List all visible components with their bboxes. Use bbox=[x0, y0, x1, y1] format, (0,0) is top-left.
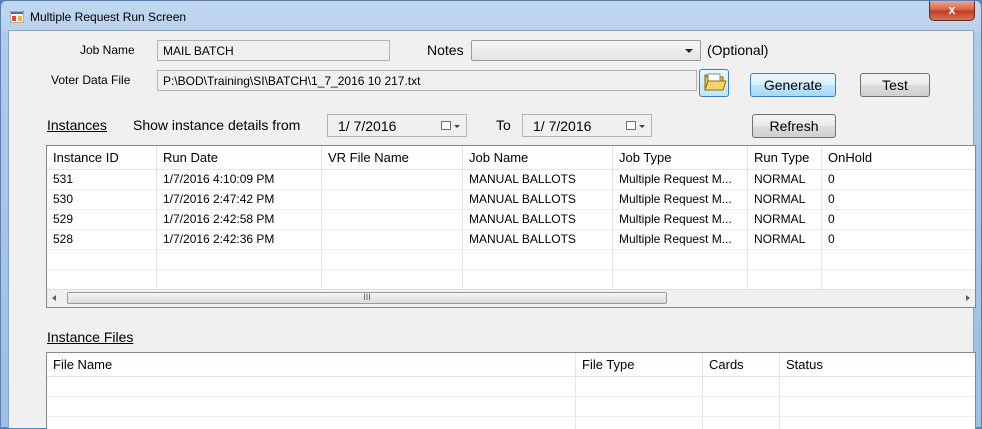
column-header[interactable]: Run Type bbox=[748, 146, 822, 169]
vr-file-cell bbox=[322, 169, 463, 189]
instance-files-section-label: Instance Files bbox=[47, 329, 134, 345]
column-header[interactable]: Job Name bbox=[463, 146, 613, 169]
chevron-down-icon bbox=[639, 125, 645, 128]
scrollbar-thumb[interactable]: III bbox=[67, 292, 667, 304]
column-header[interactable]: Instance ID bbox=[47, 146, 157, 169]
column-header[interactable]: File Type bbox=[576, 353, 703, 376]
on-hold-cell: 0 bbox=[828, 192, 835, 206]
empty-row bbox=[47, 416, 975, 429]
refresh-button[interactable]: Refresh bbox=[752, 114, 836, 138]
run-type-cell: NORMAL bbox=[748, 189, 822, 209]
column-header[interactable]: Cards bbox=[703, 353, 780, 376]
table-row[interactable]: 530 1/7/2016 2:47:42 PM MANUAL BALLOTS M… bbox=[47, 189, 975, 210]
app-icon bbox=[10, 11, 24, 23]
title-bar[interactable]: Multiple Request Run Screen x bbox=[1, 1, 981, 31]
to-date-value: 1/ 7/2016 bbox=[533, 118, 592, 134]
table-row[interactable]: 528 1/7/2016 2:42:36 PM MANUAL BALLOTS M… bbox=[47, 229, 975, 250]
scroll-left-icon[interactable] bbox=[52, 295, 56, 301]
from-date-value: 1/ 7/2016 bbox=[338, 118, 397, 134]
on-hold-cell: 0 bbox=[828, 212, 835, 226]
job-name-cell: MANUAL BALLOTS bbox=[463, 189, 613, 209]
job-type-cell: Multiple Request M... bbox=[613, 209, 748, 229]
table-row[interactable]: 531 1/7/2016 4:10:09 PM MANUAL BALLOTS M… bbox=[47, 169, 975, 190]
window-title: Multiple Request Run Screen bbox=[30, 10, 187, 24]
instances-grid-header: Instance ID Run Date VR File Name Job Na… bbox=[47, 146, 975, 170]
calendar-icon bbox=[626, 121, 636, 130]
instances-section-label: Instances bbox=[47, 117, 107, 133]
empty-row bbox=[47, 269, 975, 290]
instance-files-grid[interactable]: File Name File Type Cards Status bbox=[46, 352, 976, 429]
column-header[interactable]: Run Date bbox=[157, 146, 322, 169]
run-date-cell: 1/7/2016 2:42:36 PM bbox=[157, 229, 322, 249]
empty-row bbox=[47, 376, 975, 397]
test-button[interactable]: Test bbox=[860, 73, 930, 97]
column-header[interactable]: VR File Name bbox=[322, 146, 463, 169]
run-date-cell: 1/7/2016 2:47:42 PM bbox=[157, 189, 322, 209]
scroll-right-icon[interactable] bbox=[966, 295, 970, 301]
column-header[interactable]: File Name bbox=[47, 353, 576, 376]
job-name-label: Job Name bbox=[80, 43, 135, 57]
run-date-cell: 1/7/2016 2:42:58 PM bbox=[157, 209, 322, 229]
files-grid-header: File Name File Type Cards Status bbox=[47, 353, 975, 377]
job-name-field[interactable]: MAIL BATCH bbox=[157, 40, 390, 61]
grip-icon: III bbox=[363, 292, 371, 302]
column-header[interactable]: OnHold bbox=[822, 146, 975, 169]
calendar-icon bbox=[441, 121, 451, 130]
instance-id-cell: 528 bbox=[47, 229, 157, 249]
table-row[interactable]: 529 1/7/2016 2:42:58 PM MANUAL BALLOTS M… bbox=[47, 209, 975, 230]
instances-grid[interactable]: Instance ID Run Date VR File Name Job Na… bbox=[46, 145, 976, 308]
folder-icon bbox=[704, 73, 727, 91]
vr-file-cell bbox=[322, 229, 463, 249]
notes-label: Notes bbox=[427, 42, 464, 58]
on-hold-cell: 0 bbox=[828, 232, 835, 246]
run-type-cell: NORMAL bbox=[748, 209, 822, 229]
job-name-cell: MANUAL BALLOTS bbox=[463, 209, 613, 229]
voter-file-field[interactable]: P:\BOD\Training\SI\BATCH\1_7_2016 10 217… bbox=[157, 70, 697, 91]
empty-row bbox=[47, 396, 975, 417]
instance-id-cell: 531 bbox=[47, 169, 157, 189]
client-area: Job Name MAIL BATCH Notes (Optional) Vot… bbox=[8, 30, 976, 429]
vr-file-cell bbox=[322, 189, 463, 209]
chevron-down-icon bbox=[454, 125, 460, 128]
job-type-cell: Multiple Request M... bbox=[613, 229, 748, 249]
close-button[interactable]: x bbox=[929, 1, 975, 21]
empty-row bbox=[47, 249, 975, 270]
column-header[interactable]: Status bbox=[780, 353, 975, 376]
vr-file-cell bbox=[322, 209, 463, 229]
to-label: To bbox=[496, 117, 511, 133]
to-date-picker[interactable]: 1/ 7/2016 bbox=[522, 114, 652, 137]
run-date-cell: 1/7/2016 4:10:09 PM bbox=[157, 169, 322, 189]
job-name-cell: MANUAL BALLOTS bbox=[463, 229, 613, 249]
column-header[interactable]: Job Type bbox=[613, 146, 748, 169]
on-hold-cell: 0 bbox=[828, 172, 835, 186]
chevron-down-icon bbox=[685, 49, 693, 53]
job-type-cell: Multiple Request M... bbox=[613, 189, 748, 209]
run-type-cell: NORMAL bbox=[748, 169, 822, 189]
optional-label: (Optional) bbox=[707, 42, 769, 58]
job-name-cell: MANUAL BALLOTS bbox=[463, 169, 613, 189]
close-icon: x bbox=[948, 2, 956, 17]
horizontal-scrollbar[interactable]: III bbox=[47, 289, 975, 307]
generate-button[interactable]: Generate bbox=[750, 73, 836, 97]
voter-file-label: Voter Data File bbox=[51, 73, 131, 87]
job-type-cell: Multiple Request M... bbox=[613, 169, 748, 189]
from-date-picker[interactable]: 1/ 7/2016 bbox=[327, 114, 467, 137]
run-type-cell: NORMAL bbox=[748, 229, 822, 249]
instance-id-cell: 530 bbox=[47, 189, 157, 209]
notes-combobox[interactable] bbox=[471, 40, 701, 61]
instance-id-cell: 529 bbox=[47, 209, 157, 229]
browse-button[interactable] bbox=[699, 69, 729, 97]
show-details-from-label: Show instance details from bbox=[133, 117, 301, 133]
